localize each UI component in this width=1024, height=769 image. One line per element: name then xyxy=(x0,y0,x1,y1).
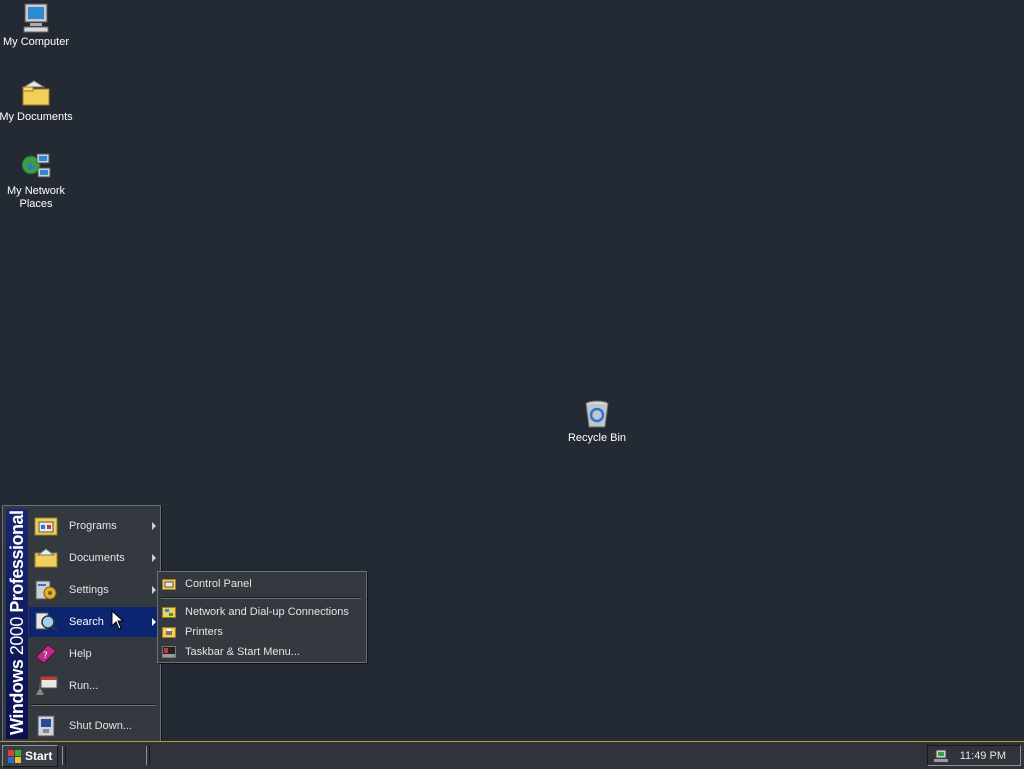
network-tray-icon[interactable] xyxy=(933,748,951,764)
menu-item-label: Documents xyxy=(69,552,125,564)
menu-item-label: Settings xyxy=(69,584,109,596)
recycle-bin-icon xyxy=(585,400,609,428)
banner-bold: Windows xyxy=(7,659,27,735)
start-menu-item-run[interactable]: Run... xyxy=(29,671,159,701)
submenu-arrow-icon xyxy=(152,586,156,594)
svg-text:?: ? xyxy=(43,651,48,661)
mouse-cursor-icon xyxy=(111,610,125,630)
desktop-icon-my-computer[interactable]: My Computer xyxy=(0,2,74,49)
submenu-item-label: Taskbar & Start Menu... xyxy=(185,646,300,658)
taskbar-buttons-grip[interactable] xyxy=(146,746,150,765)
windows-2000-banner: Windows 2000 Professional xyxy=(6,509,28,739)
start-menu-item-documents[interactable]: Documents xyxy=(29,543,159,573)
start-menu-item-shut-down[interactable]: Shut Down... xyxy=(29,711,159,741)
taskbar: Start 11:49 PM xyxy=(0,741,1024,769)
printers-icon xyxy=(161,624,177,640)
menu-item-label: Help xyxy=(69,648,92,660)
desktop-icon-my-documents[interactable]: My Documents xyxy=(0,77,74,124)
submenu-arrow-icon xyxy=(152,522,156,530)
computer-icon xyxy=(23,3,49,33)
banner-version: 2000 xyxy=(7,617,27,656)
submenu-item-network-connections[interactable]: Network and Dial-up Connections xyxy=(159,602,364,622)
start-menu: Windows 2000 Professional Programs Docum… xyxy=(2,505,161,743)
menu-item-label: Shut Down... xyxy=(69,720,132,732)
submenu-item-taskbar-start-menu[interactable]: Taskbar & Start Menu... xyxy=(159,642,364,662)
start-button[interactable]: Start xyxy=(2,745,58,767)
menu-item-label: Run... xyxy=(69,680,99,692)
windows-logo-icon xyxy=(8,750,21,763)
search-icon xyxy=(33,609,59,635)
desktop-icon-label: My Network Places xyxy=(6,185,66,210)
start-menu-item-programs[interactable]: Programs xyxy=(29,511,159,541)
submenu-item-label: Control Panel xyxy=(185,578,252,590)
desktop-icon-label: My Computer xyxy=(2,36,70,48)
menu-separator xyxy=(31,704,156,706)
shutdown-icon xyxy=(33,713,59,739)
folder-documents-icon xyxy=(22,80,50,106)
system-tray: 11:49 PM xyxy=(927,745,1021,766)
start-menu-item-search[interactable]: Search xyxy=(29,607,159,637)
network-places-icon xyxy=(21,153,51,178)
run-icon xyxy=(33,673,59,699)
quick-launch-grip[interactable] xyxy=(62,746,66,765)
desktop-icon-my-network-places[interactable]: My Network Places xyxy=(0,151,74,211)
help-icon: ? xyxy=(33,641,59,667)
settings-icon xyxy=(33,577,59,603)
submenu-item-label: Printers xyxy=(185,626,223,638)
start-menu-item-help[interactable]: ? Help xyxy=(29,639,159,669)
programs-icon xyxy=(33,513,59,539)
desktop-icon-recycle-bin[interactable]: Recycle Bin xyxy=(559,398,635,445)
desktop-icon-label: Recycle Bin xyxy=(567,432,627,444)
clock[interactable]: 11:49 PM xyxy=(960,750,1006,762)
submenu-item-label: Network and Dial-up Connections xyxy=(185,606,349,618)
submenu-arrow-icon xyxy=(152,618,156,626)
submenu-item-control-panel[interactable]: Control Panel xyxy=(159,574,364,594)
control-panel-icon xyxy=(161,576,177,592)
documents-icon xyxy=(33,545,59,571)
desktop-icon-label: My Documents xyxy=(0,111,73,123)
settings-submenu: Control Panel Network and Dial-up Connec… xyxy=(157,571,367,663)
submenu-separator xyxy=(161,597,361,599)
submenu-arrow-icon xyxy=(152,554,156,562)
start-menu-item-settings[interactable]: Settings xyxy=(29,575,159,605)
menu-item-label: Programs xyxy=(69,520,117,532)
submenu-item-printers[interactable]: Printers xyxy=(159,622,364,642)
menu-item-label: Search xyxy=(69,616,104,628)
banner-edition: Professional xyxy=(7,510,27,613)
network-connections-icon xyxy=(161,604,177,620)
taskbar-settings-icon xyxy=(161,644,177,660)
start-button-label: Start xyxy=(25,749,53,763)
